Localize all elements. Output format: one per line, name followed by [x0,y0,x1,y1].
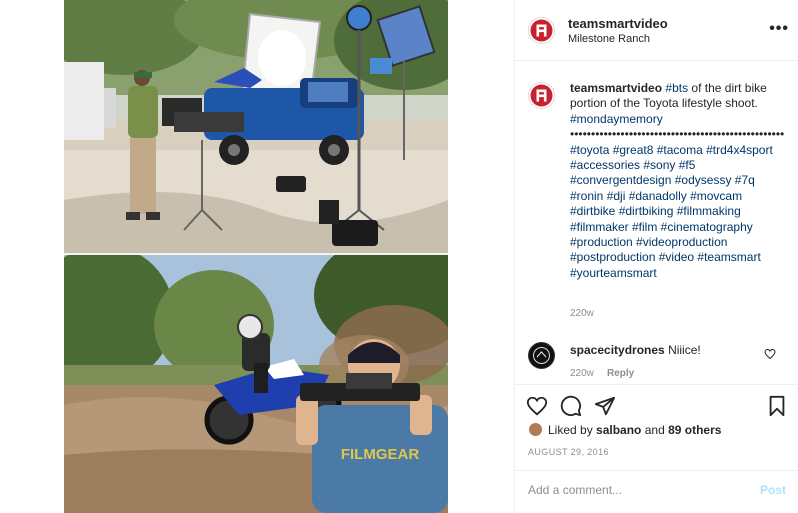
reply-button[interactable]: Reply [607,368,634,379]
post-header: teamsmartvideo Milestone Ranch ••• [515,0,798,61]
save-bookmark-icon[interactable] [766,395,788,417]
comment-item: spacecitydrones Niiice! [570,343,701,357]
page-left-margin [0,0,64,513]
comment-like-heart-icon[interactable] [764,348,776,360]
photo-motocross-scene: FILMGEAR [64,255,448,513]
likes-summary: Liked by salbano and 89 others [548,423,721,437]
caption-timestamp[interactable]: 220w [570,308,594,319]
post-photo[interactable]: FILMGEAR [64,0,448,513]
caption-author-username[interactable]: teamsmartvideo [570,81,662,95]
liker-username[interactable]: salbano [596,423,641,437]
caption-divider-dots: ••••••••••••••••••••••••••••••••••••••••… [570,127,785,142]
caption-author-avatar[interactable] [528,82,555,109]
photo-bts-truck-scene [64,0,448,253]
caption-hashtag[interactable]: #bts [665,81,688,95]
like-heart-icon[interactable] [526,395,548,417]
post-comment-button[interactable]: Post [760,483,786,497]
caption-hashtags[interactable]: #toyota #great8 #tacoma #trd4x4sport #ac… [570,143,790,282]
share-paper-plane-icon[interactable] [594,395,616,417]
likes-prefix: Liked by [548,423,597,437]
comment-bubble-icon[interactable] [560,395,582,417]
liker-avatar[interactable] [528,422,543,437]
comment-timestamp[interactable]: 220w [570,368,594,379]
commenter-avatar[interactable] [528,342,555,369]
caption-hashtag[interactable]: #mondaymemory [570,112,663,126]
likes-connector: and [641,423,669,437]
comment-text: Niiice! [668,343,701,357]
photo-panel-gap [448,0,514,513]
author-username[interactable]: teamsmartvideo [568,16,668,31]
more-options-icon[interactable]: ••• [769,20,789,38]
post-date[interactable]: AUGUST 29, 2016 [528,447,609,457]
post-actions-section: Liked by salbano and 89 others AUGUST 29… [515,384,798,484]
add-comment-input[interactable] [528,483,748,497]
post-location[interactable]: Milestone Ranch [568,33,650,45]
likes-others-link[interactable]: 89 others [668,423,721,437]
post-caption: teamsmartvideo #bts of the dirt bike por… [570,81,790,281]
add-comment-section: Post [515,470,798,513]
author-avatar[interactable] [528,17,555,44]
shirt-text: FILMGEAR [341,446,419,463]
commenter-username[interactable]: spacecitydrones [570,343,665,357]
post-detail-panel: teamsmartvideo Milestone Ranch ••• teams… [514,0,798,513]
